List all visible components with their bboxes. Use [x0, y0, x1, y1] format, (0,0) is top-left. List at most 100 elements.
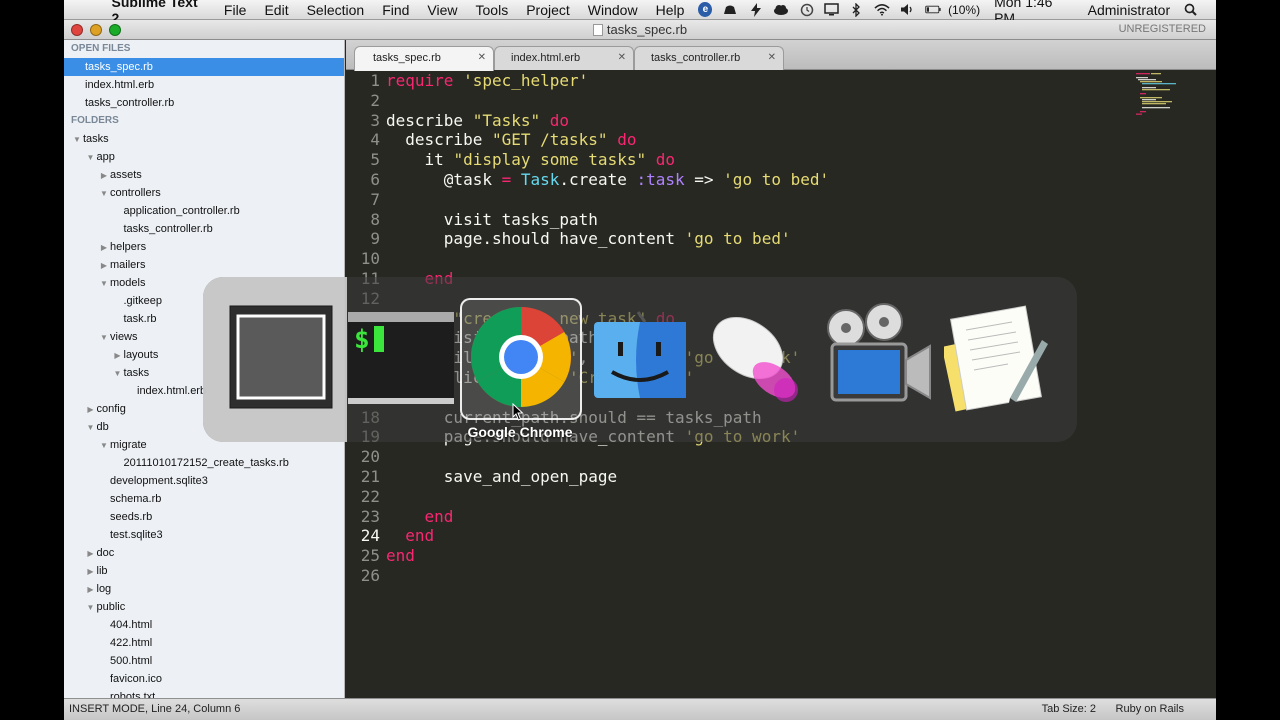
disclosure-closed-icon[interactable]: ▶ — [85, 563, 97, 581]
disclosure-closed-icon[interactable]: ▶ — [98, 239, 110, 257]
menu-window[interactable]: Window — [588, 2, 638, 18]
file-item[interactable]: 422.html — [64, 634, 344, 652]
code-line[interactable] — [386, 487, 829, 507]
bluetooth-icon[interactable] — [849, 2, 864, 17]
file-item[interactable]: seeds.rb — [64, 508, 344, 526]
menu-edit[interactable]: Edit — [264, 2, 288, 18]
code-token: it — [386, 150, 454, 170]
disclosure-open-icon[interactable]: ▼ — [98, 185, 110, 203]
cloud-icon[interactable] — [773, 3, 789, 17]
folder-item[interactable]: ▶ assets — [64, 166, 344, 184]
code-line[interactable]: end — [386, 526, 829, 546]
folder-item[interactable]: ▶ mailers — [64, 256, 344, 274]
finder-icon[interactable] — [590, 302, 690, 412]
folder-item[interactable]: ▶ helpers — [64, 238, 344, 256]
tab-index-html-erb[interactable]: index.html.erb ✕ — [494, 46, 634, 70]
bolt-icon[interactable] — [748, 2, 763, 17]
folder-item[interactable]: ▼ app — [64, 148, 344, 166]
code-line[interactable]: describe "GET /tasks" do — [386, 130, 829, 150]
file-item[interactable]: robots.txt — [64, 688, 344, 698]
disclosure-open-icon[interactable]: ▼ — [85, 149, 97, 167]
textedit-icon[interactable] — [941, 302, 1054, 412]
disclosure-closed-icon[interactable]: ▶ — [98, 257, 110, 275]
time-machine-icon[interactable] — [799, 3, 814, 17]
code-line[interactable]: @task = Task.create :task => 'go to bed' — [386, 170, 829, 190]
file-item[interactable]: schema.rb — [64, 490, 344, 508]
folder-item[interactable]: ▶ log — [64, 580, 344, 598]
disclosure-closed-icon[interactable]: ▶ — [112, 347, 124, 365]
menu-project[interactable]: Project — [526, 2, 570, 18]
disclosure-open-icon[interactable]: ▼ — [98, 275, 110, 293]
battery-icon[interactable] — [925, 3, 941, 17]
tab-size-selector[interactable]: Tab Size: 2 — [1042, 703, 1096, 715]
disclosure-closed-icon[interactable]: ▶ — [98, 167, 110, 185]
folder-item[interactable]: ▶ doc — [64, 544, 344, 562]
code-line[interactable]: describe "Tasks" do — [386, 111, 829, 131]
file-item[interactable]: tasks_controller.rb — [64, 220, 344, 238]
code-line[interactable] — [386, 447, 829, 467]
terminal-icon[interactable]: $ — [348, 302, 454, 412]
open-file-item[interactable]: index.html.erb — [64, 76, 344, 94]
alfred-hat-icon[interactable] — [722, 3, 738, 17]
code-line[interactable]: end — [386, 546, 829, 566]
disclosure-open-icon[interactable]: ▼ — [85, 419, 97, 437]
line-number: 4 — [370, 130, 380, 150]
code-line[interactable] — [386, 249, 829, 269]
disclosure-open-icon[interactable]: ▼ — [98, 329, 110, 347]
folder-item[interactable]: ▶ lib — [64, 562, 344, 580]
close-tab-icon[interactable]: ✕ — [618, 47, 626, 69]
wifi-icon[interactable] — [874, 3, 890, 17]
folder-item[interactable]: ▼ controllers — [64, 184, 344, 202]
code-line[interactable]: it "display some tasks" do — [386, 150, 829, 170]
menu-file[interactable]: File — [224, 2, 247, 18]
disclosure-open-icon[interactable]: ▼ — [85, 599, 97, 617]
disclosure-open-icon[interactable]: ▼ — [71, 131, 83, 149]
syntax-selector[interactable]: Ruby on Rails — [1116, 703, 1184, 715]
minimap[interactable] — [1136, 73, 1188, 115]
disclosure-closed-icon[interactable]: ▶ — [85, 401, 97, 419]
file-item[interactable]: 404.html — [64, 616, 344, 634]
chrome-icon[interactable] — [466, 302, 576, 412]
folder-item[interactable]: ▼ public — [64, 598, 344, 616]
menu-help[interactable]: Help — [656, 2, 685, 18]
spotlight-search-icon[interactable] — [1183, 3, 1198, 17]
file-item[interactable]: 500.html — [64, 652, 344, 670]
disclosure-closed-icon[interactable]: ▶ — [85, 545, 97, 563]
menu-selection[interactable]: Selection — [307, 2, 365, 18]
volume-icon[interactable] — [900, 3, 915, 17]
file-item[interactable]: development.sqlite3 — [64, 472, 344, 490]
open-file-item[interactable]: tasks_spec.rb — [64, 58, 344, 76]
window-title-bar[interactable]: tasks_spec.rb UNREGISTERED — [64, 20, 1216, 40]
file-item[interactable]: favicon.ico — [64, 670, 344, 688]
evernote-icon[interactable]: e — [698, 2, 713, 17]
file-item[interactable]: 20111010172152_create_tasks.rb — [64, 454, 344, 472]
disclosure-open-icon[interactable]: ▼ — [98, 437, 110, 455]
open-file-item[interactable]: tasks_controller.rb — [64, 94, 344, 112]
code-line[interactable]: require 'spec_helper' — [386, 71, 829, 91]
mouse-icon[interactable] — [700, 302, 818, 412]
menu-tools[interactable]: Tools — [476, 2, 509, 18]
file-item[interactable]: application_controller.rb — [64, 202, 344, 220]
display-icon[interactable] — [824, 3, 839, 17]
code-line[interactable]: visit tasks_path — [386, 210, 829, 230]
disclosure-closed-icon[interactable]: ▶ — [85, 581, 97, 599]
close-tab-icon[interactable]: ✕ — [478, 47, 486, 69]
disclosure-open-icon[interactable]: ▼ — [112, 365, 124, 383]
menu-view[interactable]: View — [427, 2, 457, 18]
menu-find[interactable]: Find — [382, 2, 409, 18]
file-item[interactable]: test.sqlite3 — [64, 526, 344, 544]
screenflow-icon[interactable] — [822, 302, 938, 412]
code-line[interactable]: save_and_open_page — [386, 467, 829, 487]
close-tab-icon[interactable]: ✕ — [768, 47, 776, 69]
folder-item[interactable]: ▼ tasks — [64, 130, 344, 148]
code-line[interactable] — [386, 190, 829, 210]
code-line[interactable] — [386, 91, 829, 111]
blank-window-icon[interactable] — [226, 302, 336, 412]
code-line[interactable] — [386, 566, 829, 586]
code-line[interactable]: end — [386, 507, 829, 527]
tab-tasks-controller[interactable]: tasks_controller.rb ✕ — [634, 46, 784, 70]
tab-tasks-spec[interactable]: tasks_spec.rb ✕ — [354, 46, 494, 71]
battery-percentage: (10%) — [948, 2, 981, 17]
user-menu[interactable]: Administrator — [1088, 2, 1170, 18]
code-line[interactable]: page.should have_content 'go to bed' — [386, 229, 829, 249]
